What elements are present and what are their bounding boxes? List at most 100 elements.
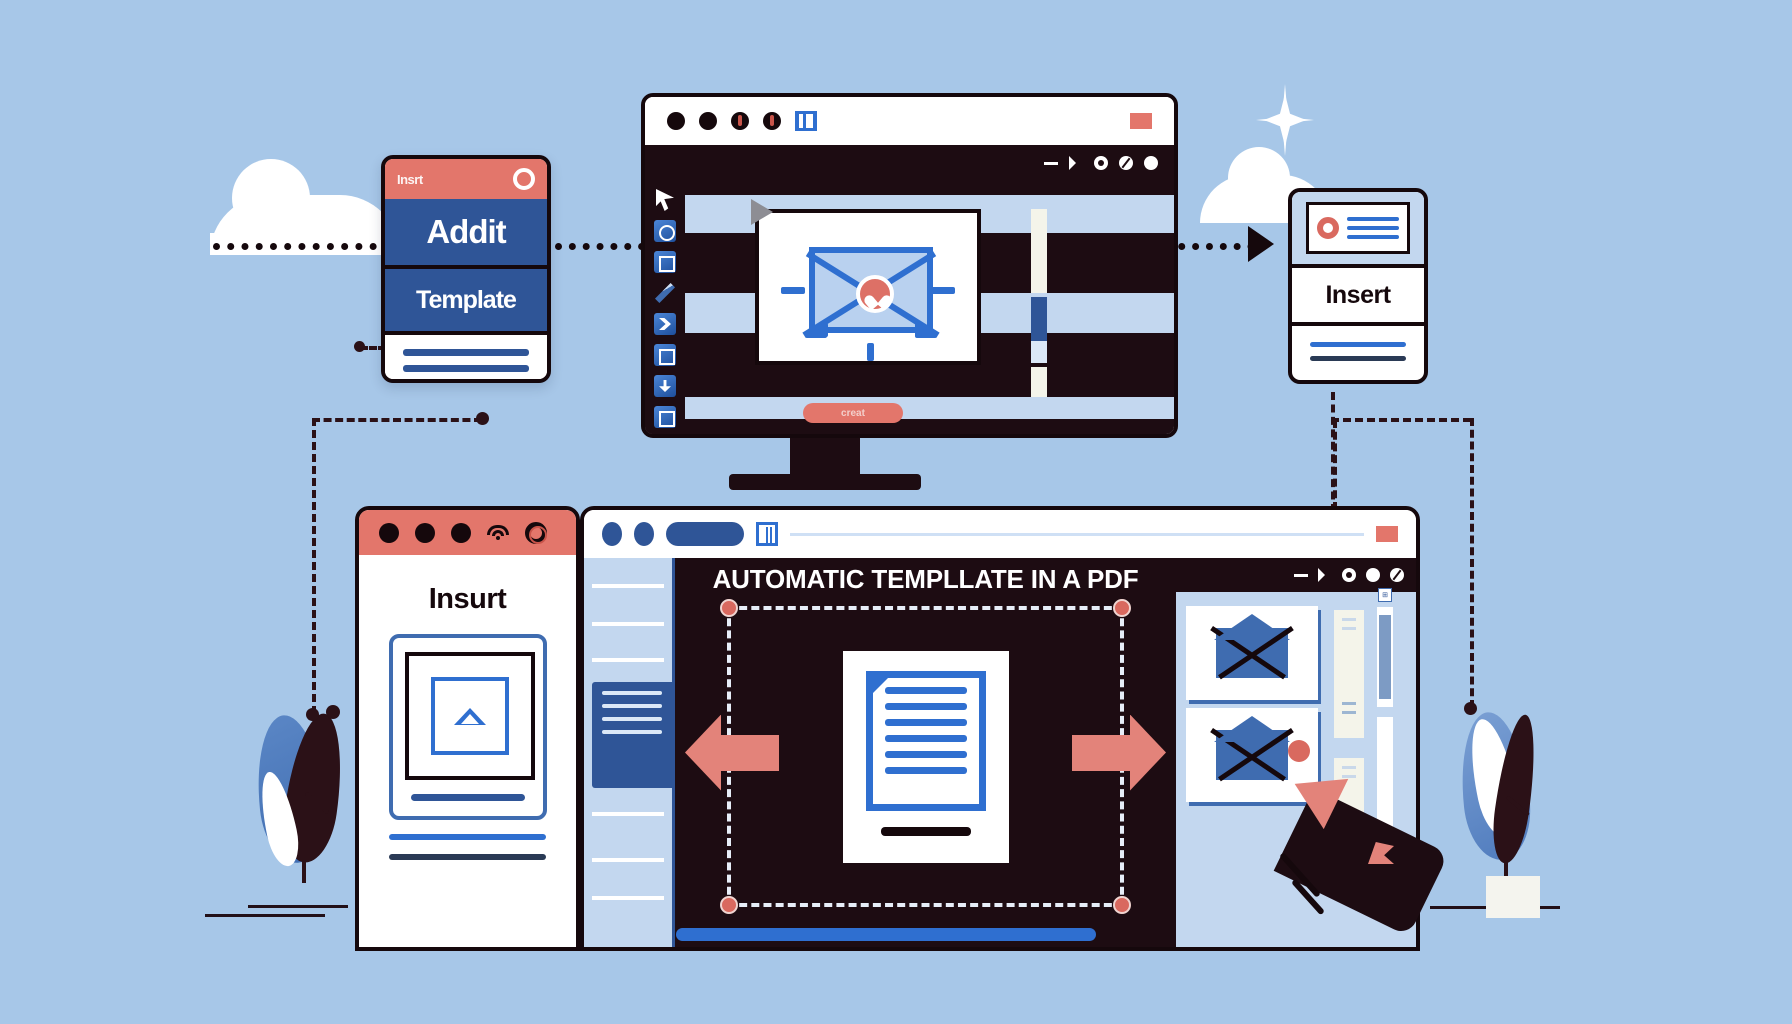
window-dot[interactable] [379, 522, 399, 543]
card-left-titlebar: Insrt [385, 159, 547, 199]
page-fold [865, 670, 896, 701]
monitor-titlebar [645, 97, 1174, 145]
selection-box[interactable] [720, 599, 1131, 914]
pen-icon[interactable] [654, 282, 676, 304]
circle-icon[interactable] [1366, 568, 1380, 582]
selection-handle[interactable] [1113, 599, 1131, 617]
text-line [389, 854, 546, 860]
circle-icon[interactable] [1144, 156, 1158, 170]
card-left-band-two-label: Template [416, 285, 517, 314]
monitor-canvas: creat [645, 181, 1174, 434]
scrollbar-thumb [1379, 615, 1391, 699]
panel-row [592, 584, 664, 588]
window-dot[interactable] [602, 522, 622, 546]
insurt-panel-title: Insurt [428, 583, 507, 615]
swatch-line [602, 730, 662, 734]
panel-row [592, 622, 664, 626]
document-underbar [880, 826, 971, 836]
insert-button[interactable]: Insert [1292, 264, 1424, 322]
window-dot[interactable] [451, 522, 471, 543]
crop-square-icon[interactable] [654, 251, 676, 273]
play-diamond-icon[interactable] [1069, 156, 1083, 170]
vertical-scrollbar[interactable] [1376, 606, 1394, 708]
window-dot[interactable] [763, 112, 781, 130]
card-right-preview-inner [1306, 202, 1410, 254]
monitor-preview: creat [641, 93, 1178, 438]
window-dot[interactable] [731, 112, 749, 130]
caption-bar [410, 794, 525, 801]
document-line [884, 750, 967, 758]
resize-handle[interactable] [931, 287, 955, 294]
vertical-scrollbar[interactable] [1031, 209, 1047, 293]
selection-handle[interactable] [1113, 896, 1131, 914]
monitor-artboard: creat [685, 181, 1174, 434]
save-frame-icon[interactable] [654, 406, 676, 428]
document-page [865, 670, 986, 811]
create-button-label: creat [841, 407, 865, 419]
image-placeholder-inner-square [430, 677, 509, 755]
envelope-card[interactable] [1186, 606, 1318, 700]
circle-slash-icon[interactable] [1119, 156, 1133, 170]
insurt-panel-titlebar [359, 510, 576, 555]
minus-icon[interactable] [1044, 161, 1058, 165]
selection-handle[interactable] [720, 599, 738, 617]
resize-handle[interactable] [781, 287, 805, 294]
circle-outline-icon [513, 168, 535, 190]
illustration-canvas: Insrt Addit Template Insert creat Insurt… [0, 0, 1792, 1024]
window-dot[interactable] [415, 522, 435, 543]
text-line [1310, 356, 1406, 361]
download-icon[interactable] [654, 375, 676, 397]
window-dot[interactable] [699, 112, 717, 130]
document-line [884, 718, 967, 726]
card-left-band-two[interactable]: Template [385, 265, 547, 331]
record-ring-icon[interactable] [525, 521, 547, 544]
canvas-title: AUTOMATIC TEMPLLATE IN A PDF [712, 564, 1139, 594]
panel-row [592, 658, 664, 662]
red-square-icon[interactable] [1130, 113, 1152, 129]
side-strip[interactable] [1334, 610, 1364, 738]
swatch-line [602, 717, 662, 721]
circle-o-icon[interactable] [1094, 156, 1108, 170]
document-line [884, 766, 967, 774]
swatch-line [602, 704, 662, 708]
template-card-left[interactable]: Insrt Addit Template [381, 155, 551, 383]
url-bar[interactable] [790, 532, 1364, 536]
text-document-icon[interactable] [842, 650, 1009, 863]
card-left-band-one[interactable]: Addit [385, 199, 547, 265]
circle-o-icon[interactable] [1342, 568, 1356, 582]
swatch-panel[interactable] [592, 682, 672, 788]
monitor-stand-base [729, 474, 921, 490]
pause-bars-icon[interactable] [756, 522, 778, 546]
circle-half-icon[interactable] [1390, 568, 1404, 582]
insert-card-right[interactable]: Insert [1288, 188, 1428, 384]
red-donut-icon [1317, 217, 1339, 239]
resize-handle[interactable] [821, 323, 828, 337]
artboard-document-frame[interactable] [751, 199, 981, 365]
window-dot[interactable] [634, 522, 654, 546]
monitor-titlebar-dots [667, 111, 817, 131]
active-tab[interactable] [666, 522, 744, 546]
play-diamond-icon[interactable] [1318, 568, 1332, 582]
selection-handle[interactable] [720, 896, 738, 914]
create-button[interactable]: creat [803, 403, 903, 423]
image-placeholder-card[interactable] [388, 634, 547, 820]
minus-icon[interactable] [1294, 573, 1308, 577]
resize-handle[interactable] [915, 323, 922, 337]
swatch-line [602, 691, 662, 695]
vertical-scrollbar-track[interactable] [1031, 297, 1047, 363]
moon-shape-icon[interactable] [654, 313, 676, 335]
vertical-scrollbar[interactable] [1031, 367, 1047, 397]
select-round-icon[interactable] [654, 220, 676, 242]
pause-bars-icon[interactable] [795, 111, 817, 131]
progress-bar[interactable] [676, 928, 1096, 941]
window-dot[interactable] [667, 112, 685, 130]
cursor-arrow-icon[interactable] [656, 189, 674, 211]
copy-page-icon[interactable] [654, 344, 676, 366]
grid-icon[interactable]: ⊞ [1378, 588, 1392, 602]
text-line [403, 365, 529, 372]
document-line [884, 702, 967, 710]
artboard-band [685, 397, 1174, 419]
red-square-icon[interactable] [1376, 526, 1398, 542]
image-placeholder-frame [404, 652, 535, 780]
resize-handle[interactable] [867, 343, 874, 361]
